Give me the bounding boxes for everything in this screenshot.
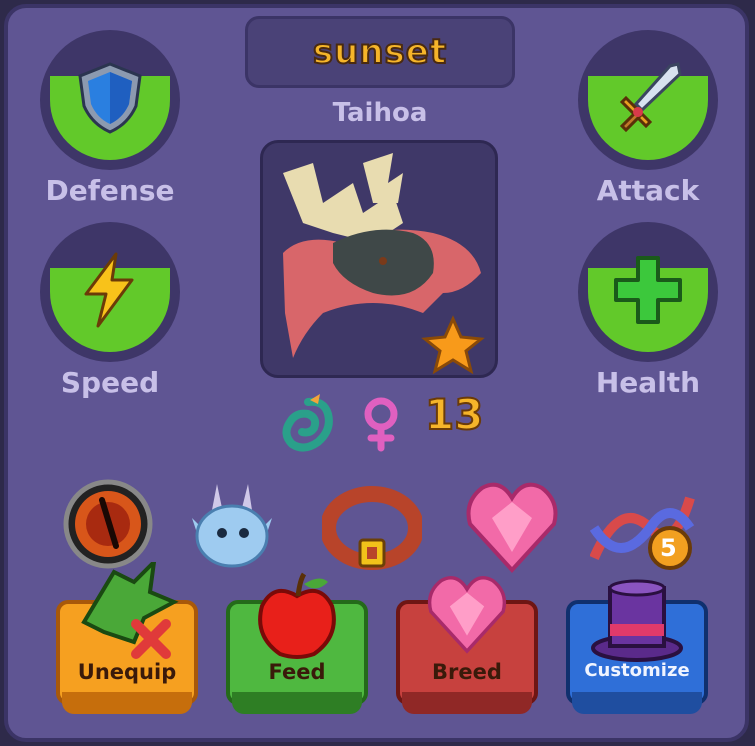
feed-label: Feed bbox=[268, 660, 326, 684]
unequip-button[interactable]: Unequip bbox=[56, 562, 198, 718]
stat-defense-label: Defense bbox=[45, 174, 175, 207]
breed-button[interactable]: Breed bbox=[396, 576, 538, 718]
stat-health[interactable] bbox=[578, 222, 718, 362]
dragon-level: 13 bbox=[424, 389, 484, 440]
dragon-image bbox=[283, 153, 485, 375]
dragon-name-plate: sunset bbox=[245, 16, 515, 88]
green-dragon-icon bbox=[81, 562, 179, 659]
item-dna[interactable]: 5 bbox=[589, 478, 695, 578]
dragon-info-row: 13 bbox=[280, 389, 510, 460]
female-icon bbox=[364, 397, 398, 452]
dna-icon bbox=[589, 496, 695, 570]
blue-dragon-face-icon bbox=[192, 484, 272, 568]
item-blue-dragon-face[interactable] bbox=[182, 478, 282, 578]
unequip-label: Unequip bbox=[77, 660, 177, 684]
shield-icon bbox=[78, 62, 142, 134]
lightning-icon bbox=[84, 252, 134, 328]
dragon-name: sunset bbox=[312, 31, 448, 73]
water-dragon-icon bbox=[282, 394, 333, 452]
stat-speed[interactable] bbox=[40, 222, 180, 362]
stat-speed-label: Speed bbox=[60, 366, 160, 399]
stat-attack-label: Attack bbox=[596, 174, 700, 207]
customize-button[interactable]: Customize bbox=[566, 579, 708, 718]
stat-attack[interactable] bbox=[578, 30, 718, 170]
pink-heart-icon bbox=[427, 576, 507, 654]
feed-button[interactable]: Feed bbox=[226, 572, 368, 718]
stat-health-label: Health bbox=[595, 366, 701, 399]
star-icon bbox=[421, 315, 485, 375]
collar-icon bbox=[320, 486, 424, 570]
item-pink-heart-gem[interactable] bbox=[462, 478, 562, 578]
breed-label: Breed bbox=[432, 660, 502, 684]
plus-icon bbox=[614, 256, 682, 324]
pink-heart-gem-icon bbox=[466, 482, 558, 573]
customize-label: Customize bbox=[584, 660, 690, 681]
top-hat-icon bbox=[591, 579, 683, 662]
sword-icon bbox=[619, 62, 682, 133]
dragon-species: Taihoa bbox=[332, 98, 428, 128]
stat-defense[interactable] bbox=[40, 30, 180, 170]
dragon-portrait bbox=[260, 140, 498, 378]
item-collar[interactable] bbox=[320, 478, 424, 578]
apple-icon bbox=[258, 572, 336, 659]
dna-badge-count: 5 bbox=[660, 534, 677, 562]
